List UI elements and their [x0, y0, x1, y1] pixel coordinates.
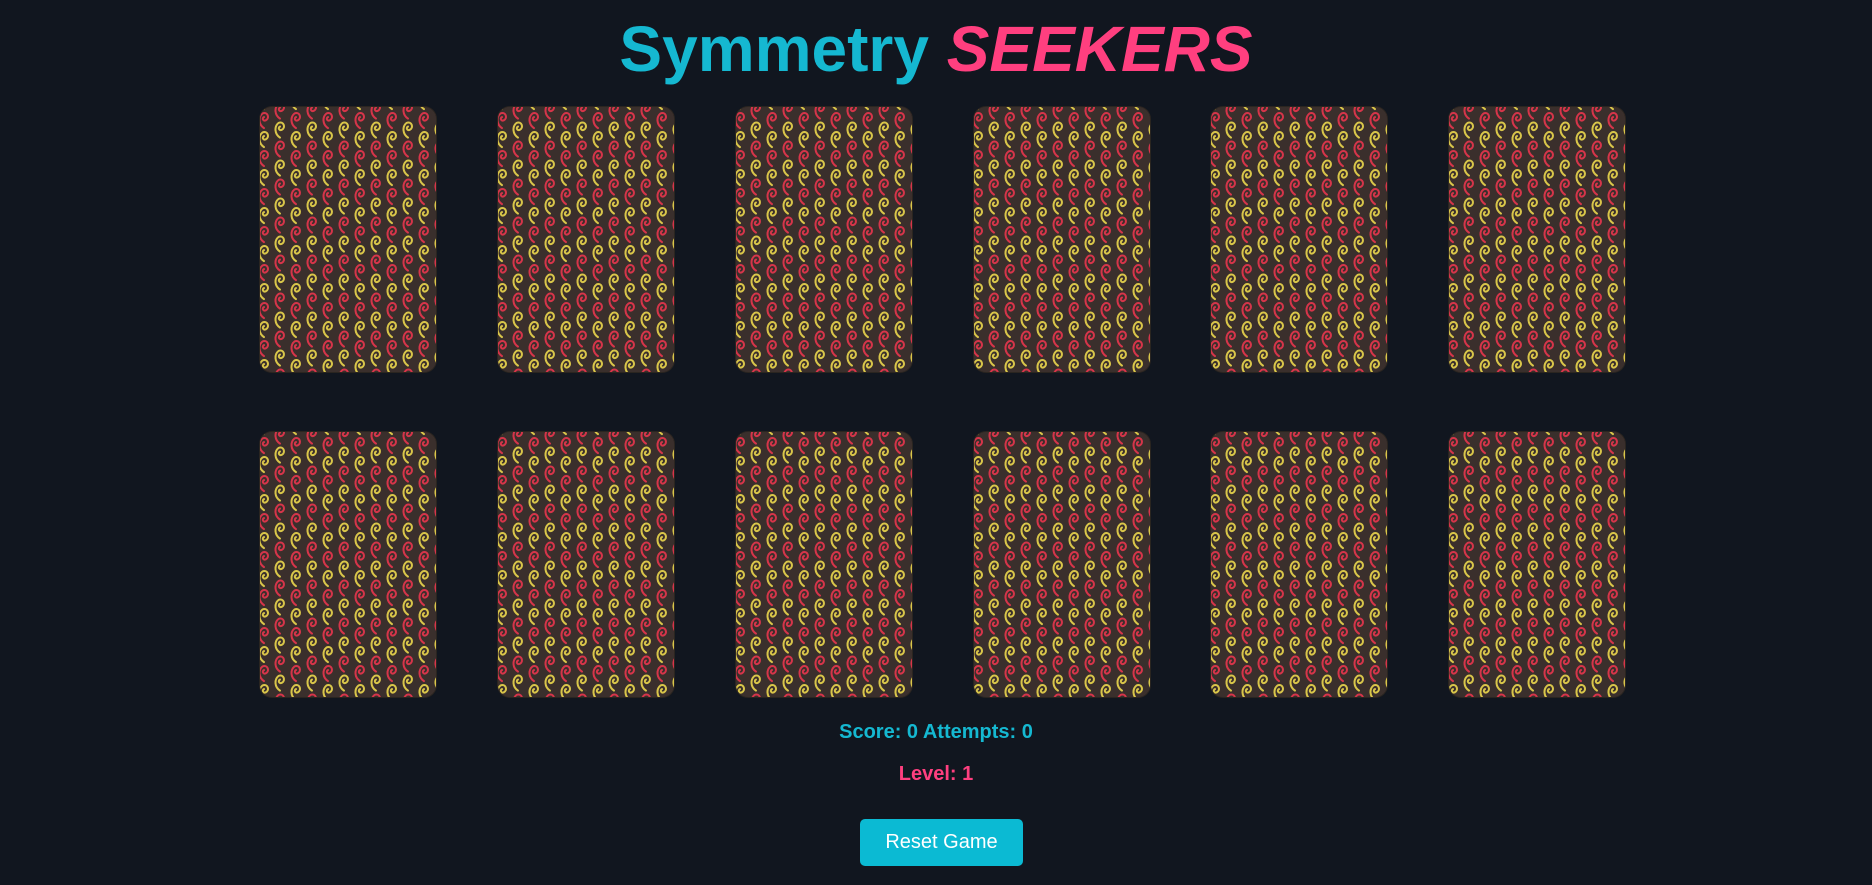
memory-card-12[interactable] — [1449, 432, 1625, 697]
card-back-pattern — [1449, 107, 1625, 372]
card-back-pattern — [498, 107, 674, 372]
memory-card-9[interactable] — [736, 432, 912, 697]
reset-game-button[interactable]: Reset Game — [860, 819, 1023, 866]
memory-card-11[interactable] — [1211, 432, 1387, 697]
level-display: Level: 1 — [898, 763, 974, 785]
memory-card-5[interactable] — [1211, 107, 1387, 372]
card-back-pattern — [736, 107, 912, 372]
memory-card-10[interactable] — [974, 432, 1150, 697]
card-back-pattern — [260, 107, 436, 372]
card-back-pattern — [974, 432, 1150, 697]
card-back-pattern — [1211, 432, 1387, 697]
memory-card-6[interactable] — [1449, 107, 1625, 372]
card-back-pattern — [498, 432, 674, 697]
card-back-pattern — [1211, 107, 1387, 372]
card-back-pattern — [260, 432, 436, 697]
memory-card-3[interactable] — [736, 107, 912, 372]
card-grid — [0, 0, 1872, 885]
memory-card-2[interactable] — [498, 107, 674, 372]
memory-card-1[interactable] — [260, 107, 436, 372]
score-attempts-display: Score: 0 Attempts: 0 — [839, 721, 1033, 743]
card-back-pattern — [1449, 432, 1625, 697]
memory-card-8[interactable] — [498, 432, 674, 697]
card-back-pattern — [974, 107, 1150, 372]
memory-card-7[interactable] — [260, 432, 436, 697]
memory-card-4[interactable] — [974, 107, 1150, 372]
card-back-pattern — [736, 432, 912, 697]
